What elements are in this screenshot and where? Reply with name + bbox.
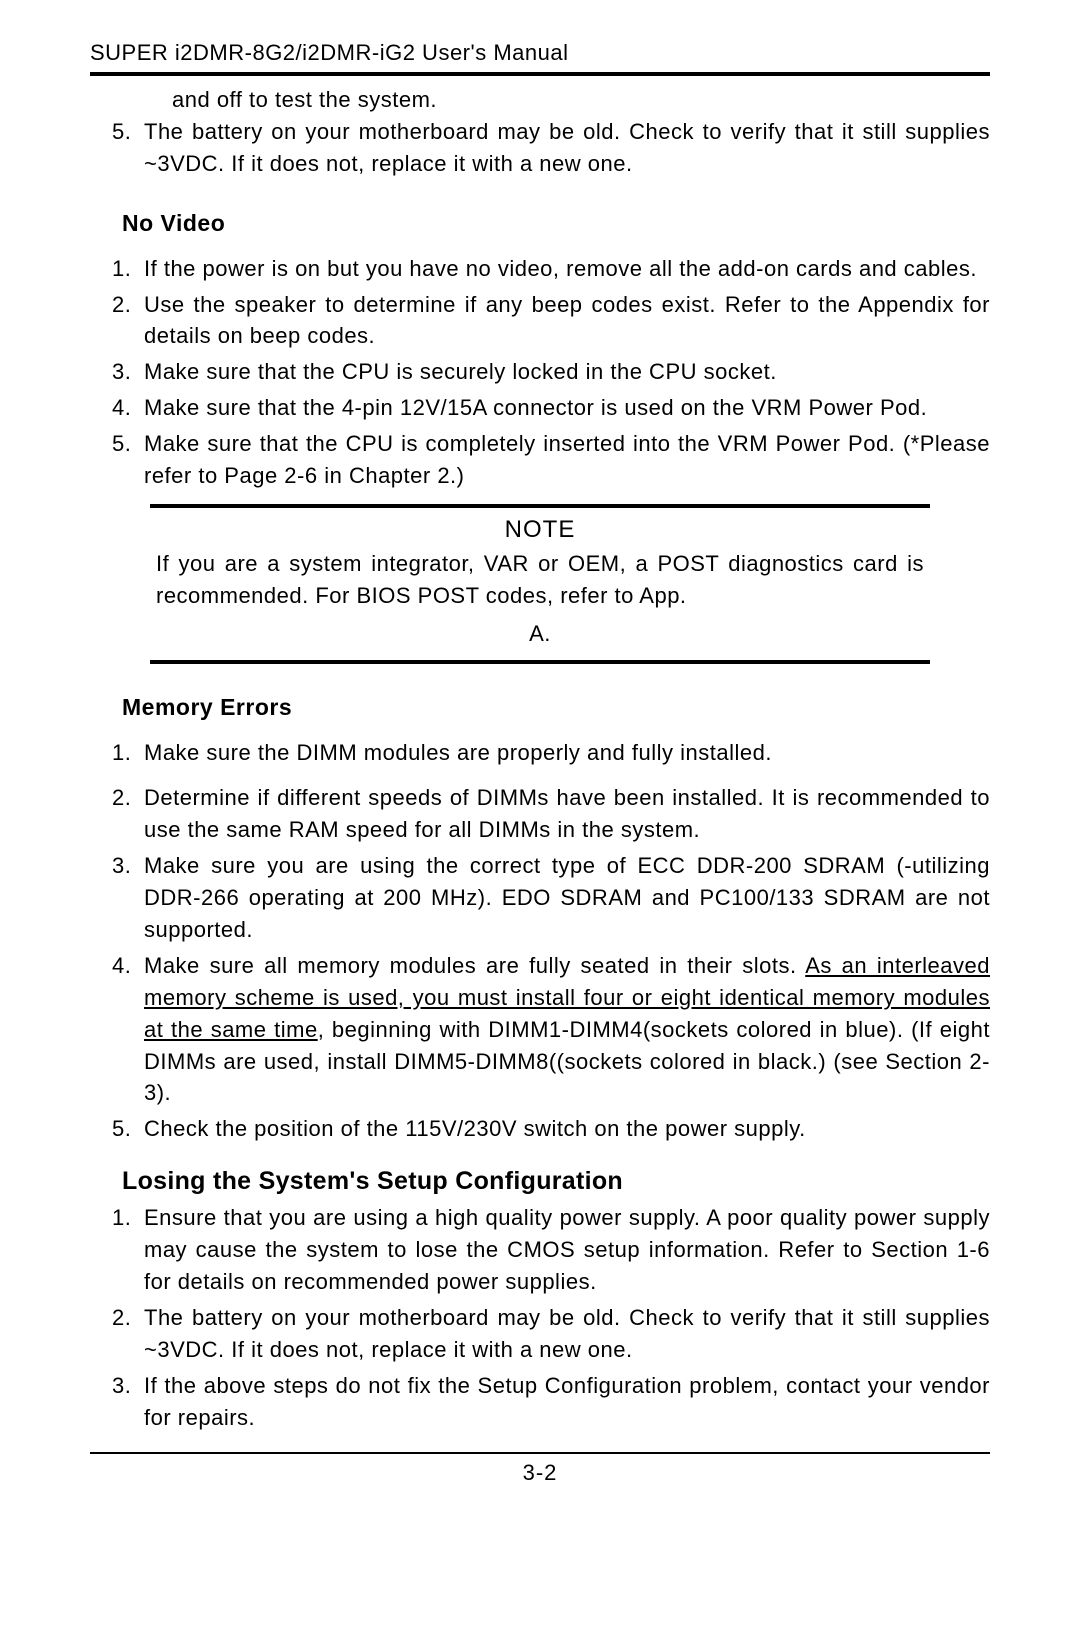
list-item: Make sure all memory modules are fully s… bbox=[138, 950, 990, 1109]
page-header: SUPER i2DMR-8G2/i2DMR-iG2 User's Manual bbox=[90, 40, 990, 72]
note-box: NOTE If you are a system integrator, VAR… bbox=[150, 504, 930, 664]
list-item: The battery on your motherboard may be o… bbox=[138, 1302, 990, 1366]
note-body-line2: A. bbox=[150, 618, 930, 660]
list-item: If the above steps do not fix the Setup … bbox=[138, 1370, 990, 1434]
no-video-list: If the power is on but you have no video… bbox=[90, 253, 990, 492]
list-item: Use the speaker to determine if any beep… bbox=[138, 289, 990, 353]
list-item: Make sure the DIMM modules are properly … bbox=[138, 737, 990, 769]
footer-rule bbox=[90, 1452, 990, 1454]
top-continued-list: The battery on your motherboard may be o… bbox=[90, 116, 990, 180]
list-item: Check the position of the 115V/230V swit… bbox=[138, 1113, 990, 1145]
item4-pre-text: Make sure all memory modules are fully s… bbox=[144, 953, 805, 978]
header-rule bbox=[90, 72, 990, 76]
list-item: Make sure that the 4-pin 12V/15A connect… bbox=[138, 392, 990, 424]
list-item: Ensure that you are using a high quality… bbox=[138, 1202, 990, 1298]
list-item: The battery on your motherboard may be o… bbox=[138, 116, 990, 180]
list-item: Make sure you are using the correct type… bbox=[138, 850, 990, 946]
continuation-text: and off to test the system. bbox=[172, 84, 990, 116]
list-item: If the power is on but you have no video… bbox=[138, 253, 990, 285]
page-number: 3-2 bbox=[90, 1460, 990, 1486]
note-body: If you are a system integrator, VAR or O… bbox=[150, 548, 930, 618]
no-video-heading: No Video bbox=[122, 210, 990, 237]
list-item: Determine if different speeds of DIMMs h… bbox=[138, 782, 990, 846]
memory-errors-heading: Memory Errors bbox=[122, 694, 990, 721]
list-item: Make sure that the CPU is completely ins… bbox=[138, 428, 990, 492]
memory-errors-list: Make sure the DIMM modules are properly … bbox=[90, 737, 990, 1146]
note-title: NOTE bbox=[150, 508, 930, 548]
losing-setup-list: Ensure that you are using a high quality… bbox=[90, 1202, 990, 1433]
list-item: Make sure that the CPU is securely locke… bbox=[138, 356, 990, 388]
note-bottom-rule bbox=[150, 660, 930, 664]
manual-page: SUPER i2DMR-8G2/i2DMR-iG2 User's Manual … bbox=[0, 0, 1080, 1648]
losing-setup-heading: Losing the System's Setup Configuration bbox=[122, 1167, 990, 1196]
